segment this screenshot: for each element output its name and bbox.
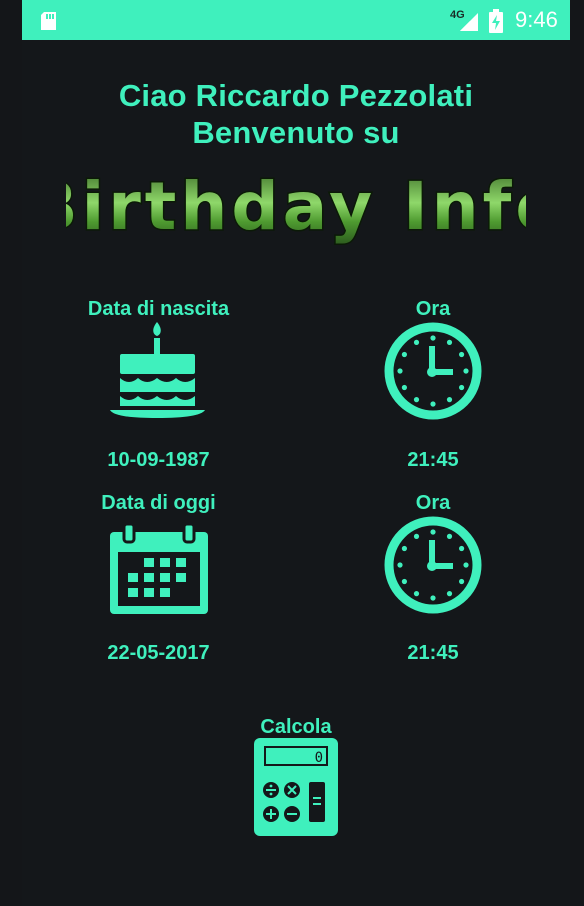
today-time-label: Ora — [415, 492, 451, 514]
birth-date-button[interactable] — [110, 322, 205, 422]
today-date-value: 22-05-2017 — [107, 642, 210, 664]
calculator-icon: 0 — [254, 738, 338, 836]
today-date-label: Data di oggi — [101, 492, 216, 514]
birth-date-value: 10-09-1987 — [107, 449, 210, 471]
clock-icon — [384, 322, 482, 420]
today-time-value: 21:45 — [407, 642, 459, 664]
calculator-display-value: 0 — [315, 750, 323, 766]
today-date-button[interactable] — [110, 522, 208, 614]
battery-charging-icon — [489, 9, 503, 33]
calendar-icon — [110, 522, 208, 614]
logo-text: Birthday Info — [66, 168, 526, 245]
calculate-button[interactable]: 0 — [254, 738, 338, 836]
clock-icon — [384, 516, 482, 614]
status-bar: 4G 9:46 — [22, 0, 570, 40]
greeting-title: Ciao Riccardo Pezzolati — [118, 78, 474, 113]
app-logo: Birthday Info — [26, 165, 562, 250]
calculate-label: Calcola — [260, 716, 332, 738]
main-screen: Ciao Riccardo Pezzolati Benvenuto su Bir… — [22, 40, 570, 906]
phone-frame: 4G 9:46 Ciao Riccardo Pezzolati Benvenut… — [0, 0, 584, 906]
cake-icon — [110, 322, 205, 418]
today-time-button[interactable] — [384, 516, 482, 614]
birth-time-button[interactable] — [384, 322, 482, 420]
logo-graphic: Birthday Info — [26, 167, 562, 247]
birth-time-label: Ora — [415, 298, 451, 320]
welcome-subtitle: Benvenuto su — [192, 115, 400, 150]
signal-icon — [460, 13, 478, 31]
sd-card-icon — [41, 12, 56, 30]
status-time: 9:46 — [515, 7, 558, 32]
birth-date-label: Data di nascita — [87, 298, 230, 320]
birth-time-value: 21:45 — [407, 449, 459, 471]
